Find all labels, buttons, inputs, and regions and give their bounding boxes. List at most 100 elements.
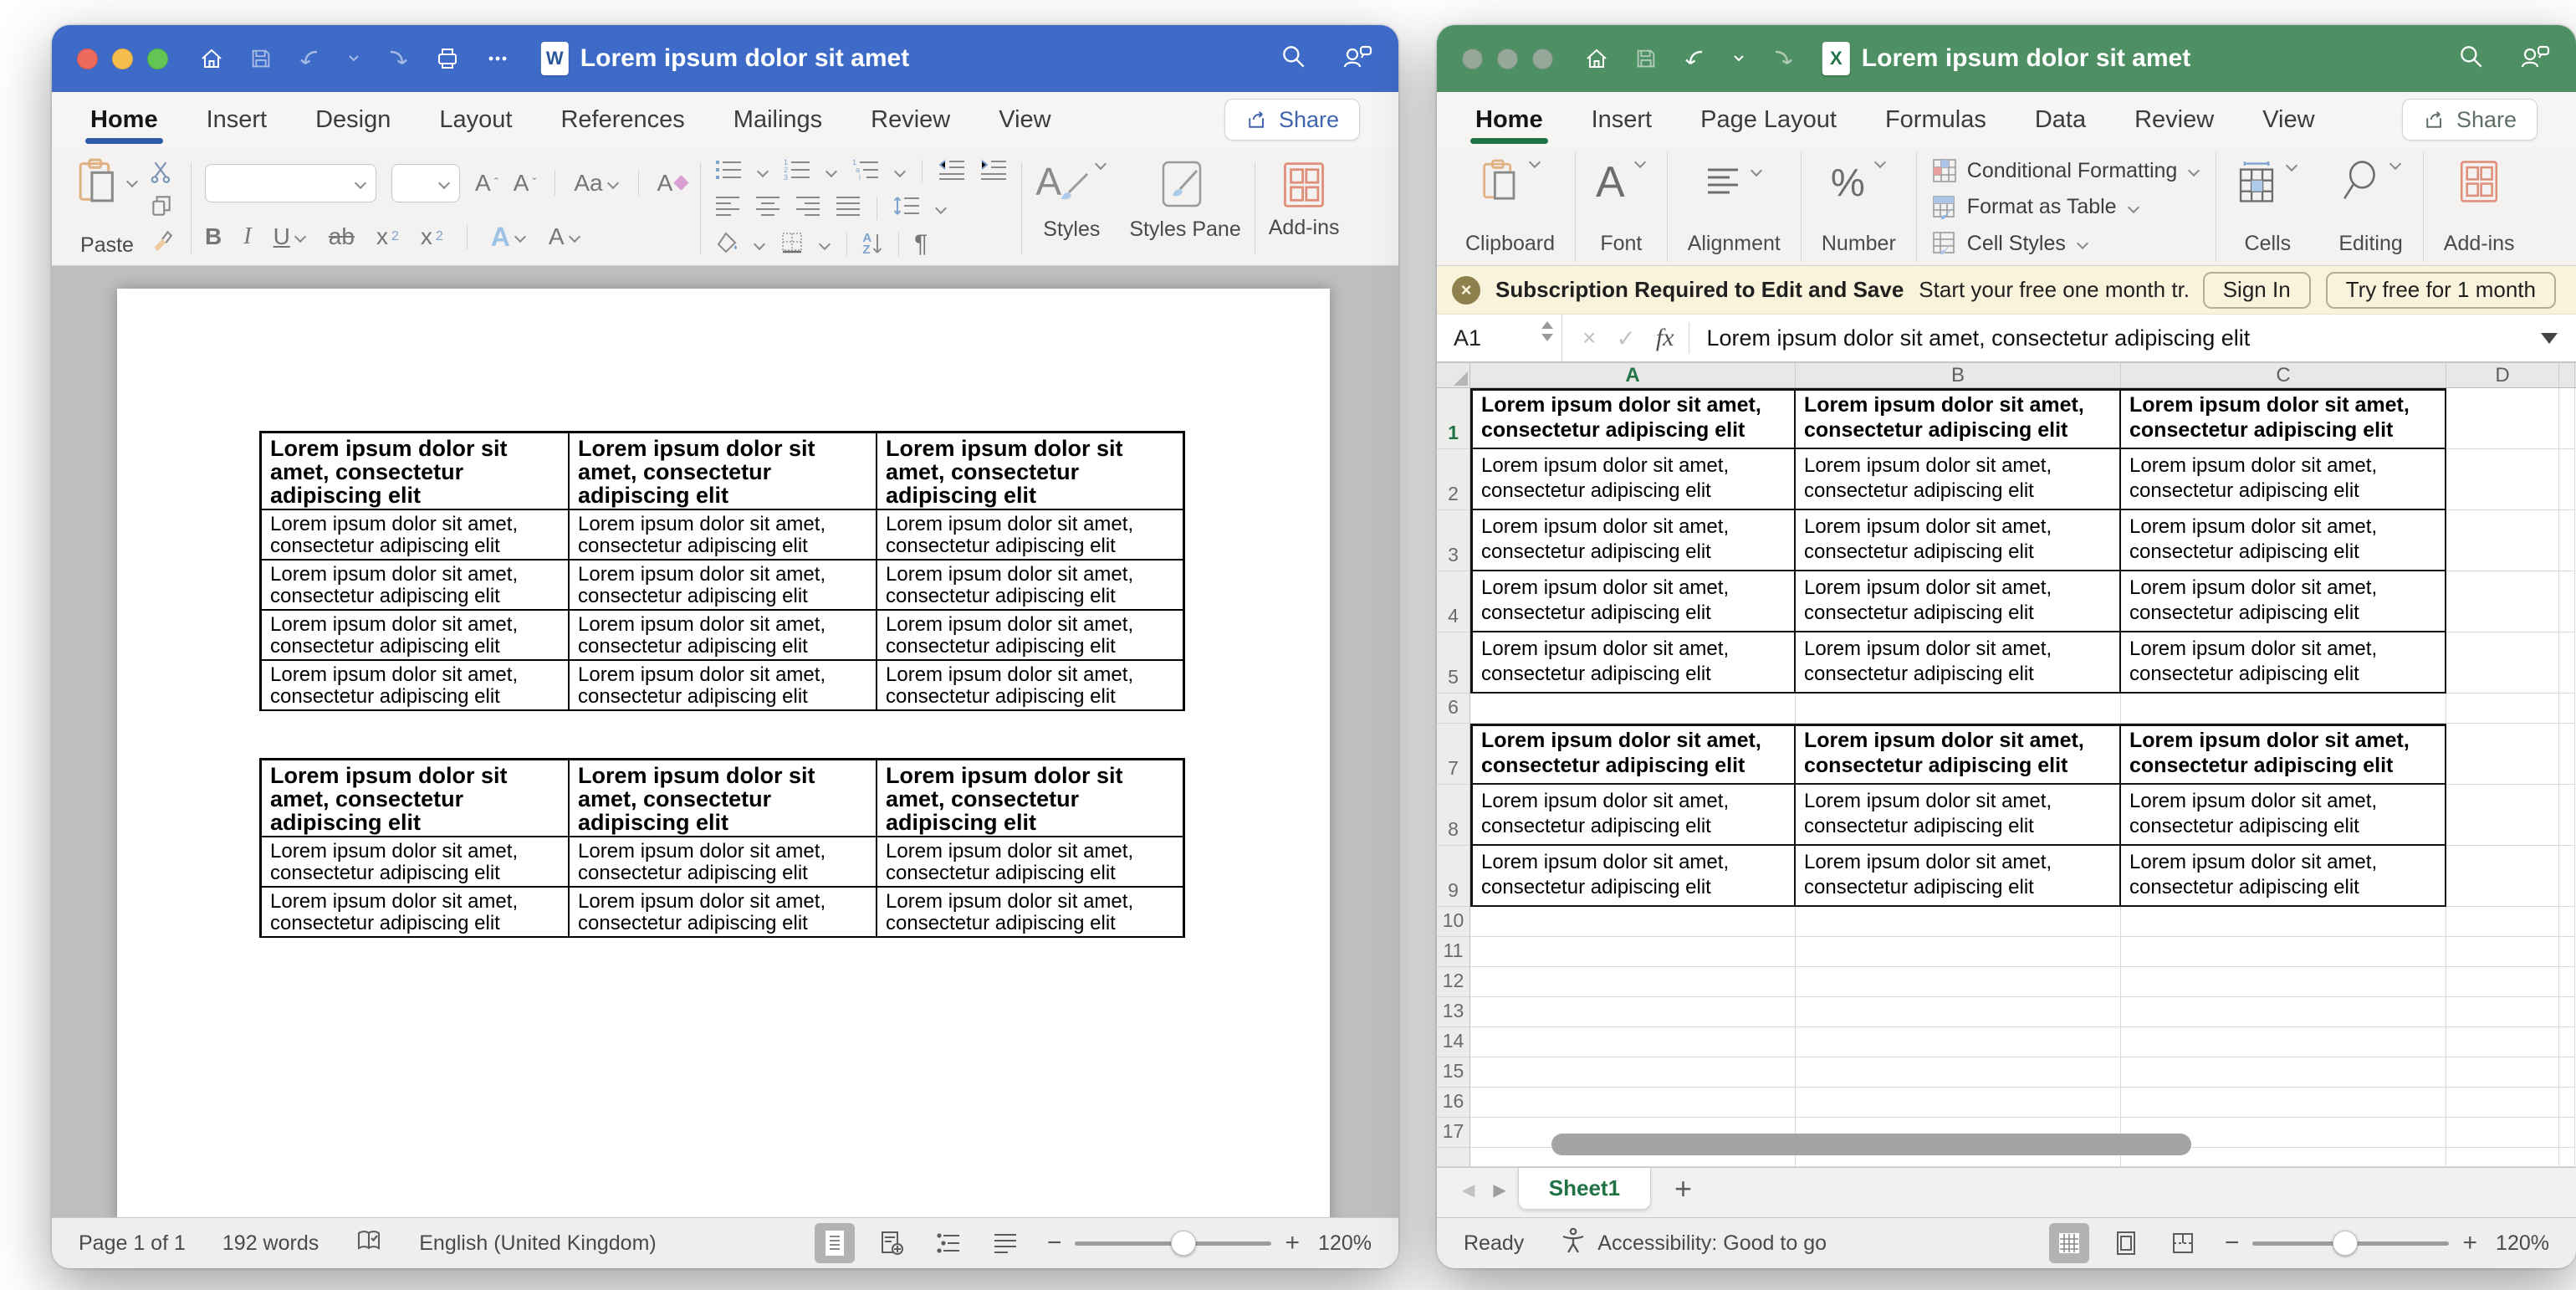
spreadsheet-cell[interactable]: Lorem ipsum dolor sit amet,consectetur a… [1470, 724, 1796, 785]
home-icon[interactable] [198, 45, 225, 72]
sign-in-button[interactable]: Sign In [2203, 272, 2311, 309]
align-left-button[interactable] [714, 195, 741, 221]
undo-icon[interactable] [1682, 45, 1709, 72]
word-table-cell[interactable]: Lorem ipsum dolor sit amet,consectetur a… [570, 611, 877, 661]
spreadsheet-cell[interactable] [1796, 694, 2121, 724]
spreadsheet-cell[interactable] [1796, 1057, 2121, 1088]
row-header[interactable]: 17 [1437, 1118, 1470, 1148]
zoom-slider[interactable] [1075, 1241, 1271, 1246]
save-icon[interactable] [248, 46, 273, 71]
spreadsheet-cell[interactable] [2121, 967, 2446, 997]
paste-button[interactable]: Paste [69, 154, 146, 262]
spreadsheet-cell[interactable] [2559, 1057, 2575, 1088]
sort-button[interactable]: AZ [862, 233, 883, 256]
tab-data[interactable]: Data [2035, 106, 2086, 134]
word-table-cell[interactable]: Lorem ipsum dolor sit amet,consectetur a… [877, 888, 1185, 938]
font-group-button[interactable]: A Font [1576, 152, 1668, 262]
confirm-entry-icon[interactable]: ✓ [1616, 325, 1635, 352]
page-count[interactable]: Page 1 of 1 [79, 1231, 186, 1256]
expand-formula-bar-icon[interactable] [2541, 333, 2558, 344]
spreadsheet-cell[interactable]: Lorem ipsum dolor sit amet,consectetur a… [2121, 510, 2446, 571]
spreadsheet-cell[interactable]: Lorem ipsum dolor sit amet,consectetur a… [2121, 571, 2446, 632]
row-header[interactable]: 7 [1437, 724, 1470, 785]
row-header[interactable]: 8 [1437, 785, 1470, 846]
zoom-out-button[interactable]: − [2225, 1229, 2240, 1257]
word-table-header-cell[interactable]: Lorem ipsum dolor sitamet, consecteturad… [262, 760, 570, 837]
borders-button[interactable] [779, 231, 805, 259]
column-header-a[interactable]: A [1470, 363, 1796, 387]
word-table-cell[interactable]: Lorem ipsum dolor sit amet,consectetur a… [570, 888, 877, 938]
tab-layout[interactable]: Layout [439, 106, 512, 134]
tab-page-layout[interactable]: Page Layout [1700, 106, 1837, 134]
spreadsheet-cell[interactable] [1796, 907, 2121, 937]
spreadsheet-cell[interactable] [2446, 1118, 2559, 1148]
more-commands-icon[interactable] [484, 45, 511, 72]
zoom-in-button[interactable]: + [1285, 1229, 1300, 1257]
word-table-cell[interactable]: Lorem ipsum dolor sit amet,consectetur a… [262, 510, 570, 561]
spreadsheet-cell[interactable]: Lorem ipsum dolor sit amet,consectetur a… [1796, 785, 2121, 846]
tab-design[interactable]: Design [315, 106, 391, 134]
page-layout-view-button[interactable] [2106, 1223, 2146, 1263]
accessibility-status[interactable]: Accessibility: Good to go [1597, 1231, 1827, 1256]
justify-button[interactable] [835, 195, 861, 221]
insert-function-icon[interactable]: fx [1656, 324, 1674, 352]
word-table-cell[interactable]: Lorem ipsum dolor sit amet,consectetur a… [570, 510, 877, 561]
chevron-down-icon[interactable] [934, 203, 948, 213]
select-all-corner[interactable] [1437, 363, 1470, 387]
addins-button[interactable]: Add-ins [2424, 152, 2535, 262]
spreadsheet-cell[interactable] [2446, 967, 2559, 997]
word-table-cell[interactable]: Lorem ipsum dolor sit amet,consectetur a… [262, 837, 570, 888]
spreadsheet-cell[interactable]: Lorem ipsum dolor sit amet,consectetur a… [1470, 571, 1796, 632]
bullet-list-button[interactable] [714, 158, 743, 186]
spreadsheet-cell[interactable] [2446, 846, 2559, 907]
accessibility-icon[interactable] [1561, 1227, 1586, 1260]
column-header-d[interactable]: D [2446, 363, 2559, 387]
zoom-slider-thumb[interactable] [1171, 1231, 1196, 1256]
row-header[interactable]: 1 [1437, 388, 1470, 449]
tab-mailings[interactable]: Mailings [733, 106, 822, 134]
spreadsheet-cell[interactable] [1470, 937, 1796, 967]
spreadsheet-cell[interactable] [2446, 694, 2559, 724]
change-case-button[interactable]: Aa [574, 170, 619, 197]
spreadsheet-cell[interactable] [2559, 846, 2575, 907]
spreadsheet-cell[interactable] [2559, 632, 2575, 694]
tab-insert[interactable]: Insert [1592, 106, 1653, 134]
column-header-c[interactable]: C [2121, 363, 2446, 387]
spreadsheet-cell[interactable] [2559, 967, 2575, 997]
word-table-header-cell[interactable]: Lorem ipsum dolor sitamet, consecteturad… [570, 760, 877, 837]
add-sheet-button[interactable]: + [1674, 1171, 1692, 1206]
chevron-down-icon[interactable] [893, 166, 907, 177]
spreadsheet-cell[interactable] [2446, 907, 2559, 937]
comments-people-icon[interactable] [1342, 43, 1373, 75]
print-icon[interactable] [434, 45, 461, 72]
font-name-select[interactable] [205, 164, 376, 202]
tab-view[interactable]: View [2262, 106, 2314, 134]
spreadsheet-cell[interactable] [2559, 937, 2575, 967]
spreadsheet-cell[interactable] [1470, 1088, 1796, 1118]
spreadsheet-cell[interactable] [2559, 997, 2575, 1027]
chevron-down-icon[interactable] [825, 166, 838, 177]
superscript-button[interactable]: x2 [421, 223, 443, 250]
row-header[interactable]: 6 [1437, 694, 1470, 724]
spreadsheet-cell[interactable]: Lorem ipsum dolor sit amet,consectetur a… [2121, 846, 2446, 907]
spreadsheet-cell[interactable] [1470, 997, 1796, 1027]
tab-formulas[interactable]: Formulas [1885, 106, 1986, 134]
spreadsheet-cell[interactable]: Lorem ipsum dolor sit amet,consectetur a… [2121, 632, 2446, 694]
spreadsheet-cell[interactable] [2446, 449, 2559, 510]
next-sheet-icon[interactable]: ▶ [1493, 1180, 1505, 1200]
zoom-in-button[interactable]: + [2462, 1229, 2477, 1257]
spreadsheet-cell[interactable] [1796, 1027, 2121, 1057]
row-header[interactable]: 11 [1437, 937, 1470, 967]
word-table-cell[interactable]: Lorem ipsum dolor sit amet,consectetur a… [262, 661, 570, 711]
spreadsheet-cell[interactable] [2559, 907, 2575, 937]
search-icon[interactable] [2457, 43, 2486, 75]
draft-view-button[interactable] [985, 1223, 1025, 1263]
bold-button[interactable]: B [205, 223, 222, 250]
chevron-down-icon[interactable] [756, 166, 769, 177]
editing-group-button[interactable]: Editing [2318, 152, 2423, 262]
spreadsheet-cell[interactable] [2121, 694, 2446, 724]
spreadsheet-cell[interactable] [2559, 785, 2575, 846]
word-table-cell[interactable]: Lorem ipsum dolor sit amet,consectetur a… [570, 837, 877, 888]
format-painter-icon[interactable] [149, 228, 174, 257]
spreadsheet-cell[interactable] [2121, 937, 2446, 967]
